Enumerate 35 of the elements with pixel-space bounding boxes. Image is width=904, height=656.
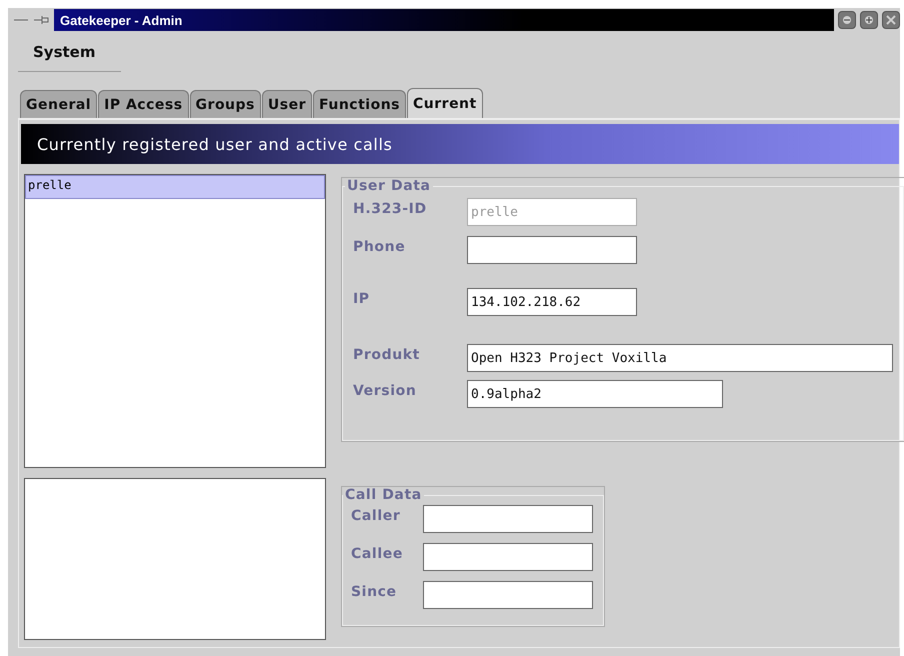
text-field[interactable] xyxy=(423,543,593,571)
close-icon xyxy=(886,15,896,25)
text-field[interactable]: 134.102.218.62 xyxy=(467,288,637,316)
field-label: Version xyxy=(353,382,418,399)
field-label: Produkt xyxy=(353,346,421,363)
window-title: Gatekeeper - Admin xyxy=(54,9,834,31)
menu-item[interactable]: System xyxy=(18,32,122,72)
tab[interactable]: Functions xyxy=(313,90,406,118)
tab[interactable]: Current xyxy=(407,88,483,118)
tab[interactable]: IP Access xyxy=(98,90,189,118)
field-label: Caller xyxy=(351,507,402,524)
text-field[interactable] xyxy=(467,236,637,264)
text-field[interactable]: 0.9alpha2 xyxy=(467,380,723,408)
tab[interactable]: User xyxy=(262,90,312,118)
group-title: User Data xyxy=(346,178,432,194)
field-label: H.323-ID xyxy=(353,200,428,217)
maximize-button[interactable] xyxy=(860,11,878,29)
user-list[interactable]: prelle xyxy=(24,174,326,468)
field-label: Callee xyxy=(351,545,404,562)
tab[interactable]: General xyxy=(20,90,98,118)
field-label: Phone xyxy=(353,238,406,255)
minimize-button[interactable] xyxy=(838,11,856,29)
list-item[interactable]: prelle xyxy=(25,175,325,199)
plus-icon xyxy=(864,15,874,25)
tab[interactable]: Groups xyxy=(190,90,261,118)
panel-header: Currently registered user and active calls xyxy=(21,124,899,164)
minus-icon xyxy=(842,15,852,25)
text-field[interactable]: Open H323 Project Voxilla xyxy=(467,344,893,372)
pin-icon[interactable] xyxy=(12,15,50,25)
field-label: IP xyxy=(353,290,371,307)
close-button[interactable] xyxy=(882,11,900,29)
text-field[interactable] xyxy=(423,505,593,533)
field-label: Since xyxy=(351,583,398,600)
group-title: Call Data xyxy=(344,487,423,503)
text-field[interactable] xyxy=(423,581,593,609)
